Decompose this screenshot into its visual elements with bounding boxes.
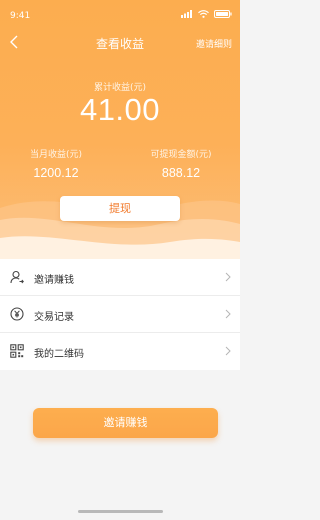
battery-icon bbox=[214, 10, 232, 18]
chevron-right-icon bbox=[225, 309, 231, 319]
qr-code-icon bbox=[10, 344, 24, 358]
wifi-icon bbox=[198, 10, 209, 18]
home-indicator[interactable] bbox=[78, 510, 163, 513]
chevron-right-icon bbox=[225, 346, 231, 356]
menu-item-invite[interactable]: 邀请赚钱 bbox=[0, 259, 240, 296]
total-earnings-value: 41.00 bbox=[79, 92, 161, 127]
menu-item-qr-code[interactable]: 我的二维码 bbox=[0, 333, 240, 370]
monthly-earnings-label: 当月收益(元) bbox=[29, 150, 83, 160]
withdrawable-amount: 可提现金额(元) 888.12 bbox=[146, 147, 216, 180]
status-time: 9:41 bbox=[10, 11, 31, 21]
withdrawable-amount-label: 可提现金额(元) bbox=[150, 150, 212, 160]
status-bar: 9:41 bbox=[0, 0, 240, 26]
nav-bar: 查看收益 邀请细则 bbox=[0, 30, 240, 54]
header-wave-decoration bbox=[0, 200, 240, 262]
chevron-right-icon bbox=[225, 272, 231, 282]
yuan-coin-icon bbox=[10, 307, 24, 321]
invite-user-icon bbox=[10, 270, 24, 284]
menu-list: 邀请赚钱 交易记录 我的二维码 bbox=[0, 259, 240, 370]
earnings-header: 9:41 查看收益 邀请细则 累计收益(元) 41.00 当月收益(元) 120… bbox=[0, 0, 240, 262]
menu-item-label: 邀请赚钱 bbox=[34, 275, 74, 286]
invite-rules-link[interactable]: 邀请细则 bbox=[196, 37, 232, 50]
invite-earn-button[interactable]: 邀请赚钱 bbox=[33, 408, 218, 438]
status-icons bbox=[181, 10, 232, 18]
withdraw-button[interactable]: 提现 bbox=[60, 196, 180, 221]
menu-item-transactions[interactable]: 交易记录 bbox=[0, 296, 240, 333]
menu-item-label: 我的二维码 bbox=[34, 349, 84, 360]
monthly-earnings: 当月收益(元) 1200.12 bbox=[20, 147, 92, 180]
menu-item-label: 交易记录 bbox=[34, 312, 74, 323]
withdrawable-amount-value: 888.12 bbox=[161, 166, 201, 180]
signal-icon bbox=[181, 10, 192, 18]
monthly-earnings-value: 1200.12 bbox=[33, 166, 79, 180]
